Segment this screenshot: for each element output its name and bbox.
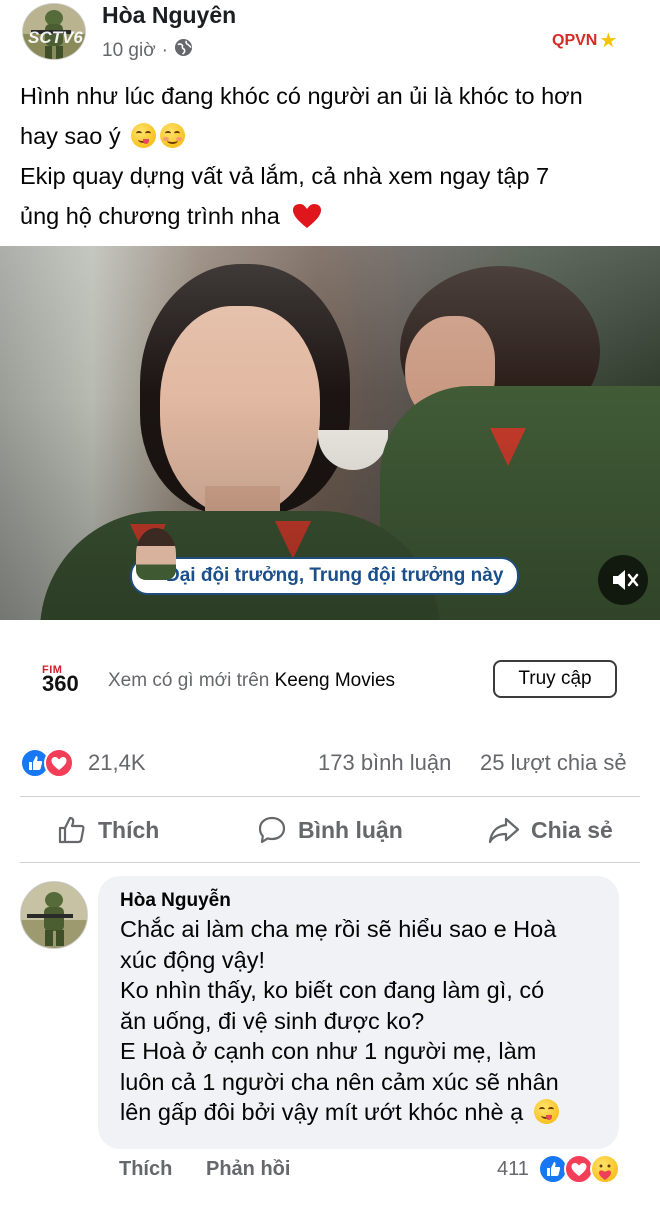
- like-label: Thích: [98, 816, 160, 843]
- yum-emoji-icon: [131, 123, 157, 148]
- comment-button[interactable]: Bình luận: [256, 812, 403, 848]
- red-heart-icon: [293, 204, 322, 228]
- share-button[interactable]: Chia sẻ: [487, 812, 613, 848]
- comment-reaction-count[interactable]: 411: [497, 1158, 529, 1181]
- globe-icon: [174, 38, 193, 63]
- post-text-line: Ekip quay dựng vất vả lắm, cả nhà xem ng…: [20, 163, 550, 189]
- ad-text: Xem có gì mới trên Keeng Movies: [108, 670, 395, 692]
- love-reaction-icon: [44, 748, 74, 778]
- comment-label: Bình luận: [298, 816, 403, 843]
- post-text: Hình như lúc đang khóc có người an ủi là…: [20, 76, 645, 236]
- share-label: Chia sẻ: [531, 816, 613, 843]
- comment-line: Chắc ai làm cha mẹ rồi sẽ hiểu sao e Hoà: [120, 916, 557, 942]
- thumbs-up-icon: [58, 816, 85, 844]
- post-author-name[interactable]: Hòa Nguyên: [102, 2, 236, 29]
- reaction-icons[interactable]: [20, 748, 76, 778]
- comment-text: Chắc ai làm cha mẹ rồi sẽ hiểu sao e Hoà…: [120, 914, 610, 1128]
- commenter-avatar[interactable]: [20, 881, 88, 949]
- fim360-logo-bottom: 360: [42, 671, 79, 696]
- care-reaction-icon: [590, 1154, 620, 1184]
- comment-line: lên gấp đôi bởi vậy mít ướt khóc nhè ạ: [120, 1099, 524, 1125]
- divider: [20, 796, 640, 797]
- share-count[interactable]: 25 lượt chia sẻ: [480, 750, 627, 776]
- commenter-name[interactable]: Hòa Nguyễn: [120, 890, 231, 912]
- ad-brand[interactable]: Keeng Movies: [275, 670, 395, 691]
- post-time[interactable]: 10 giờ: [102, 40, 156, 62]
- comment-reply-button[interactable]: Phản hồi: [206, 1158, 290, 1181]
- blush-emoji-icon: [160, 123, 186, 148]
- comment-reaction-icons[interactable]: [538, 1154, 628, 1184]
- comment-line: E Hoà ở cạnh con như 1 người mẹ, làm: [120, 1038, 537, 1064]
- post-meta: 10 giờ ·: [102, 38, 193, 63]
- share-arrow-icon: [488, 817, 520, 844]
- like-button[interactable]: Thích: [56, 812, 159, 848]
- qpvn-logo: QPVN ★: [552, 28, 617, 53]
- post-text-line: hay sao ý: [20, 123, 121, 149]
- video-caption: Đại đội trưởng, Trung đội trưởng này: [130, 557, 520, 595]
- truy-cap-button[interactable]: Truy cập: [493, 660, 617, 698]
- ad-text-prefix: Xem có gì mới trên: [108, 670, 270, 691]
- reaction-count[interactable]: 21,4K: [88, 750, 146, 776]
- comment-line: luôn cả 1 người cha nên cảm xúc sẽ nhân: [120, 1068, 559, 1095]
- sctv-logo: SCTV6: [28, 28, 83, 47]
- caption-avatar: [136, 528, 176, 580]
- comment-line: xúc động vậy!: [120, 946, 266, 973]
- meta-separator: ·: [161, 39, 168, 61]
- qpvn-logo-text: QPVN: [552, 31, 598, 49]
- comment-bubble-icon: [258, 816, 286, 844]
- star-icon: ★: [599, 30, 618, 52]
- yum-emoji-icon: [533, 1099, 559, 1124]
- mute-button[interactable]: [598, 555, 648, 605]
- comment-line: Ko nhìn thấy, ko biết con đang làm gì, c…: [120, 977, 545, 1003]
- comment-like-button[interactable]: Thích: [119, 1158, 172, 1181]
- post-text-line: Hình như lúc đang khóc có người an ủi là…: [20, 83, 583, 109]
- speaker-muted-icon: [613, 570, 639, 590]
- fim360-logo[interactable]: FIM 360: [42, 664, 88, 700]
- comment-line: ăn uống, đi vệ sinh được ko?: [120, 1007, 425, 1034]
- post-text-line: ủng hộ chương trình nha: [20, 203, 280, 229]
- comment-count[interactable]: 173 bình luận: [318, 750, 451, 776]
- divider: [20, 862, 640, 863]
